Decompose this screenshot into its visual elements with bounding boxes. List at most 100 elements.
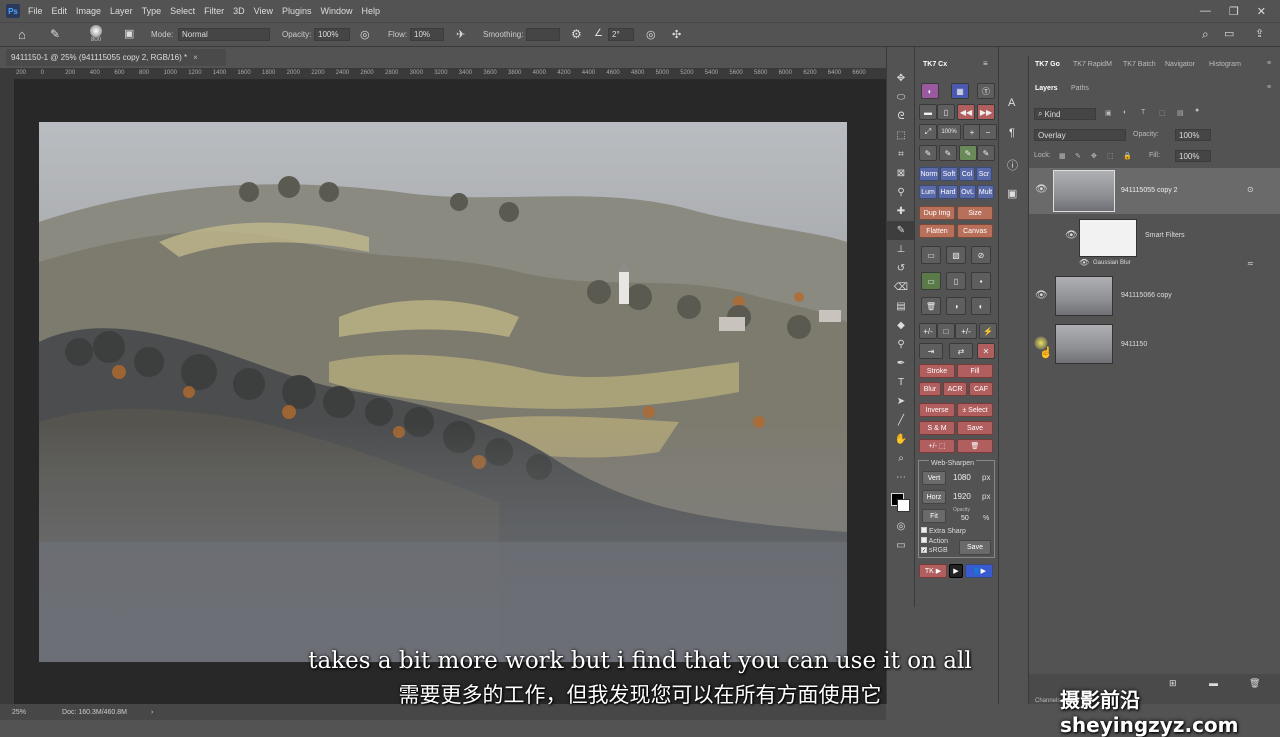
lock-paint-icon[interactable]: ✎: [1075, 152, 1081, 160]
line-tool-icon[interactable]: ╱: [887, 411, 915, 430]
blend-hard-button[interactable]: Hard: [938, 185, 958, 199]
tab-tk7-batch[interactable]: TK7 Batch: [1123, 61, 1156, 68]
filter-toggle-icon[interactable]: ●: [1195, 107, 1199, 114]
gradient-tool-icon[interactable]: ▤: [887, 297, 915, 316]
layer-name[interactable]: 9411150: [1121, 341, 1147, 348]
filter-options-icon[interactable]: ≂: [1247, 259, 1254, 268]
close-tab-icon[interactable]: ×: [193, 53, 198, 62]
blend-ovl-button[interactable]: OvL: [959, 185, 976, 199]
brush-black-icon[interactable]: ✎: [919, 145, 937, 161]
brush-green-icon[interactable]: ✎: [959, 145, 977, 161]
menu-view[interactable]: View: [254, 6, 273, 16]
minus-icon[interactable]: −: [979, 124, 997, 140]
lightning-icon[interactable]: ⚡: [979, 323, 997, 339]
layer-icon-1[interactable]: ▭: [921, 246, 941, 264]
gaussian-blur-label[interactable]: Gaussian Blur: [1093, 260, 1131, 266]
play-black-button[interactable]: ▶: [949, 564, 963, 578]
layer-row-base[interactable]: ☝ 9411150: [1029, 322, 1280, 368]
tab-tk7-go[interactable]: TK7 Go: [1035, 61, 1060, 68]
tk7-icon-2[interactable]: ▦: [951, 83, 969, 99]
lock-move-icon[interactable]: ✥: [1091, 152, 1097, 160]
layer-icon-5[interactable]: ▯: [946, 272, 966, 290]
character-panel-icon[interactable]: A: [1008, 97, 1015, 109]
lock-artboard-icon[interactable]: ⬚: [1107, 152, 1114, 160]
plus-select-button[interactable]: ± Select: [957, 403, 993, 417]
more-tools-icon[interactable]: ⋯: [887, 468, 915, 487]
symmetry-icon[interactable]: ✣: [672, 28, 681, 41]
visibility-eye-icon[interactable]: 👁: [1065, 230, 1078, 241]
mask-icon-1[interactable]: ◑: [946, 297, 966, 315]
menu-layer[interactable]: Layer: [110, 6, 133, 16]
panel-menu-icon[interactable]: ≡: [983, 59, 988, 68]
menu-image[interactable]: Image: [76, 6, 101, 16]
user-play-button[interactable]: 👤▶: [965, 564, 993, 578]
trash-icon[interactable]: 🗑: [921, 297, 941, 315]
tab-histogram[interactable]: Histogram: [1209, 61, 1241, 68]
swap-icon[interactable]: ⇄: [949, 343, 973, 359]
flatten-button[interactable]: Flatten: [919, 224, 955, 238]
brush-tool-icon[interactable]: ✎: [50, 27, 60, 41]
filter-type-icon[interactable]: T: [1141, 109, 1145, 116]
action-box-icon[interactable]: [921, 537, 927, 543]
frame-tool-icon[interactable]: ⊠: [887, 164, 915, 183]
inverse-button[interactable]: Inverse: [919, 403, 955, 417]
hand-tool-icon[interactable]: ✋: [887, 430, 915, 449]
brush-grey-icon[interactable]: ✎: [977, 145, 995, 161]
menu-help[interactable]: Help: [362, 6, 381, 16]
workspace-icon[interactable]: ▭: [1224, 27, 1234, 40]
layer-name[interactable]: 941115066 copy: [1121, 292, 1172, 299]
color-swatches[interactable]: [887, 487, 915, 517]
home-icon[interactable]: ⌂: [18, 27, 26, 42]
ws-opacity-value[interactable]: 50: [961, 515, 969, 522]
search-icon[interactable]: ⌕: [1202, 27, 1209, 42]
folder-icon[interactable]: ▬: [919, 104, 937, 120]
zoom-level[interactable]: 25%: [12, 709, 26, 716]
pen-tool-icon[interactable]: ✒: [887, 354, 915, 373]
mask-icon-2[interactable]: ◐: [971, 297, 991, 315]
caf-button[interactable]: CAF: [969, 382, 993, 396]
move-tool-icon[interactable]: ✥: [887, 69, 915, 88]
tab-tk7-rapidm[interactable]: TK7 RapidM: [1073, 61, 1112, 68]
filter-adjust-icon[interactable]: ◐: [1123, 109, 1127, 116]
extra-sharp-box-icon[interactable]: [921, 527, 927, 533]
plus-minus-icon[interactable]: +/-: [919, 323, 937, 339]
quick-mask-icon[interactable]: ◎: [887, 517, 915, 536]
horz-value[interactable]: 1920: [953, 492, 971, 501]
zoom-tool-icon[interactable]: ⌕: [887, 449, 915, 468]
blend-scr-button[interactable]: Scr: [976, 167, 992, 181]
eyedropper-tool-icon[interactable]: ⚲: [887, 183, 915, 202]
mode-select[interactable]: Normal: [178, 28, 270, 41]
visibility-eye-icon[interactable]: 👁: [1035, 290, 1048, 301]
marquee-tool-icon[interactable]: ⬭: [887, 88, 915, 107]
share-icon[interactable]: ⇪: [1255, 27, 1264, 40]
forward-icon[interactable]: ▶▶: [977, 104, 995, 120]
tab-paths[interactable]: Paths: [1071, 85, 1089, 92]
background-color[interactable]: [897, 499, 910, 512]
crop-tool-icon[interactable]: ⌗: [887, 145, 915, 164]
vert-value[interactable]: 1080: [953, 473, 971, 482]
smoothing-field[interactable]: [526, 28, 560, 41]
layer-row-copy-2[interactable]: 👁 941115055 copy 2 ⊙: [1029, 168, 1280, 214]
gear-icon[interactable]: ⚙: [571, 27, 582, 41]
visibility-eye-icon[interactable]: 👁: [1079, 258, 1089, 267]
document-tab[interactable]: 9411150-1 @ 25% (941115055 copy 2, RGB/1…: [6, 49, 226, 66]
acr-button[interactable]: ACR: [943, 382, 967, 396]
landscape-photo[interactable]: [39, 122, 847, 662]
brush-preset-picker[interactable]: 800: [88, 25, 104, 43]
tab-navigator[interactable]: Navigator: [1165, 61, 1195, 68]
flow-field[interactable]: 10%: [410, 28, 444, 41]
lock-pixels-icon[interactable]: ▦: [1059, 152, 1066, 160]
menu-filter[interactable]: Filter: [204, 6, 224, 16]
tk7-icon-1[interactable]: ◐: [921, 83, 939, 99]
visibility-eye-icon[interactable]: 👁: [1035, 184, 1048, 195]
filter-pixel-icon[interactable]: ▣: [1105, 109, 1112, 117]
rewind-icon[interactable]: ◀◀: [957, 104, 975, 120]
history-brush-tool-icon[interactable]: ↺: [887, 259, 915, 278]
pressure-size-icon[interactable]: ◎: [646, 28, 656, 41]
fill-field[interactable]: 100%: [1175, 150, 1211, 162]
lasso-tool-icon[interactable]: ᘓ: [887, 107, 915, 126]
blend-lum-button[interactable]: Lum: [919, 185, 937, 199]
pressure-opacity-icon[interactable]: ◎: [360, 28, 370, 41]
tk7-save-button[interactable]: Save: [957, 421, 993, 435]
menu-type[interactable]: Type: [142, 6, 162, 16]
